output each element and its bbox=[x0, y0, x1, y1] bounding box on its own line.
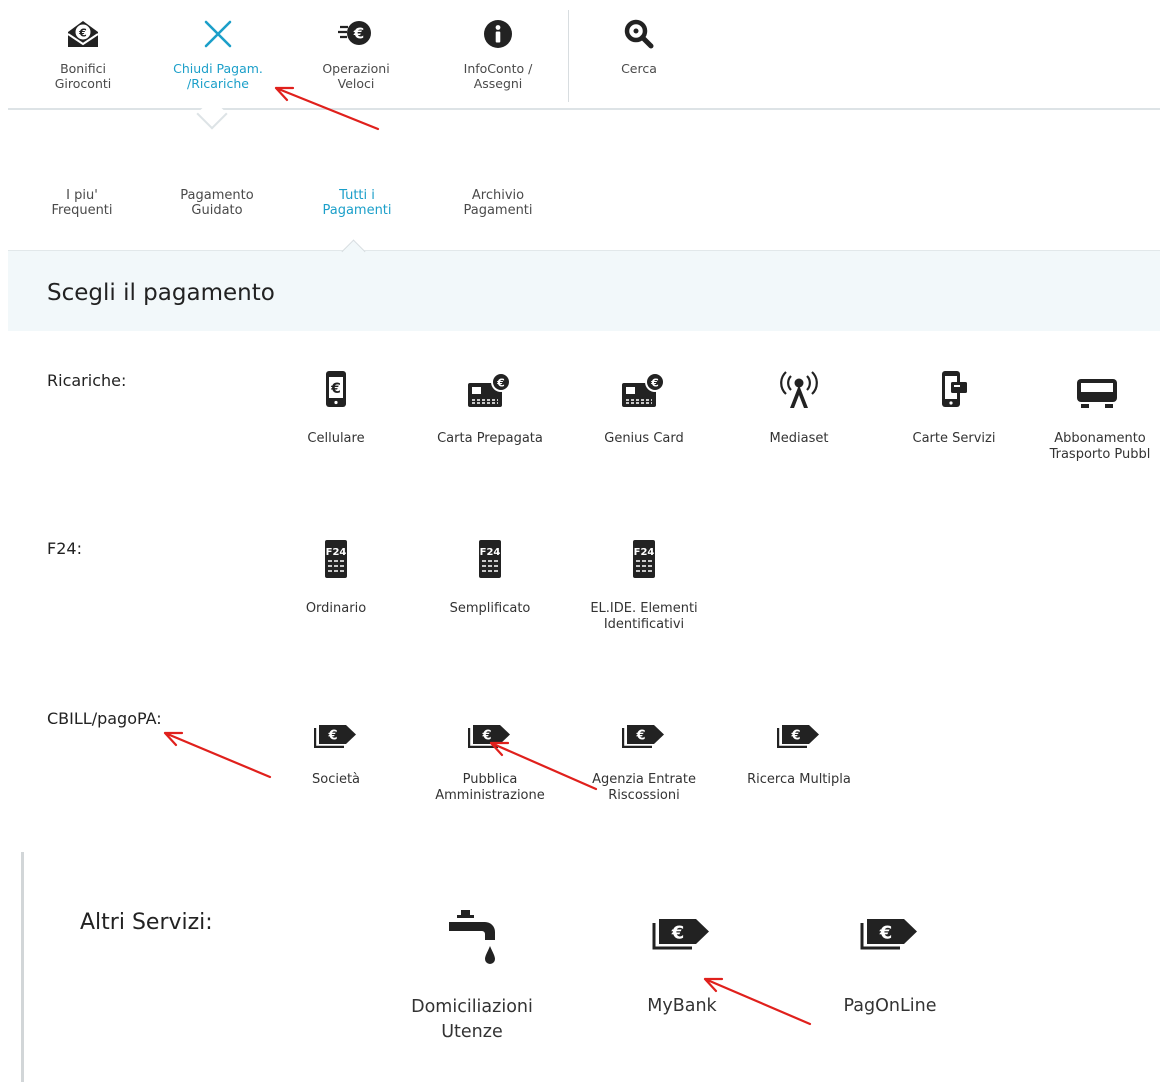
tile-abbonamento-trasporto[interactable]: Abbonamento Trasporto Pubbl bbox=[1033, 369, 1160, 463]
tile-cbill-societa[interactable]: € Società bbox=[261, 718, 411, 788]
nav-label: Operazioni Veloci bbox=[322, 61, 390, 91]
nav-separator bbox=[568, 10, 569, 102]
euro-tag-icon: € bbox=[569, 718, 719, 748]
tile-label: Carte Servizi bbox=[912, 431, 996, 446]
tile-label: Cellulare bbox=[307, 431, 365, 446]
tile-label: PagOnLine bbox=[843, 996, 937, 1016]
euro-tag-icon: € bbox=[800, 908, 980, 950]
f24-icon: F24 bbox=[415, 539, 565, 579]
faucet-icon bbox=[382, 908, 562, 968]
nav-operazioni-veloci[interactable]: € Operazioni Veloci bbox=[296, 16, 416, 91]
annotation-arrow bbox=[163, 731, 272, 779]
tile-f24-elide[interactable]: F24 EL.IDE. Elementi Identificativi bbox=[569, 539, 719, 633]
tile-mybank[interactable]: € MyBank bbox=[592, 908, 772, 1019]
svg-text:F24: F24 bbox=[480, 547, 501, 558]
category-label-ricariche: Ricariche: bbox=[47, 371, 127, 390]
tile-label: EL.IDE. Elementi Identificativi bbox=[590, 601, 698, 632]
svg-text:€: € bbox=[496, 377, 505, 390]
nav-label: InfoConto / Assegni bbox=[463, 61, 533, 91]
tile-genius-card[interactable]: € Genius Card bbox=[569, 369, 719, 447]
nav-infoconto-assegni[interactable]: InfoConto / Assegni bbox=[438, 16, 558, 91]
tab-piu-frequenti[interactable]: I piu' Frequenti bbox=[22, 188, 142, 218]
svg-text:€: € bbox=[327, 729, 337, 744]
tile-label: Semplificato bbox=[449, 601, 531, 616]
tile-label: Pubblica Amministrazione bbox=[435, 772, 545, 803]
category-label-f24: F24: bbox=[47, 539, 82, 558]
tile-domiciliazioni-utenze[interactable]: Domiciliazioni Utenze bbox=[382, 908, 562, 1045]
f24-icon: F24 bbox=[261, 539, 411, 579]
tile-carte-servizi[interactable]: Carte Servizi bbox=[879, 369, 1029, 447]
f24-icon: F24 bbox=[569, 539, 719, 579]
svg-text:€: € bbox=[671, 923, 685, 944]
svg-text:€: € bbox=[330, 381, 341, 397]
euro-tag-icon: € bbox=[415, 718, 565, 748]
svg-text:€: € bbox=[790, 729, 800, 744]
search-icon bbox=[579, 16, 699, 52]
svg-text:€: € bbox=[635, 729, 645, 744]
svg-text:€: € bbox=[353, 25, 364, 43]
page-title: Scegli il pagamento bbox=[47, 280, 275, 306]
category-label-altri-servizi: Altri Servizi: bbox=[80, 910, 213, 935]
tile-cbill-pubblica-amministrazione[interactable]: € Pubblica Amministrazione bbox=[415, 718, 565, 804]
tab-tutti-pagamenti[interactable]: Tutti i Pagamenti bbox=[297, 188, 417, 218]
svg-text:F24: F24 bbox=[634, 547, 655, 558]
top-navigation: € Bonifici Giroconti Chiudi Pagam. /Rica… bbox=[0, 0, 1160, 130]
tile-label: Ordinario bbox=[305, 601, 367, 616]
euro-tag-icon: € bbox=[592, 908, 772, 950]
nav-label: Bonifici Giroconti bbox=[54, 61, 112, 91]
tile-label: MyBank bbox=[647, 996, 717, 1016]
tab-archivio-pagamenti[interactable]: Archivio Pagamenti bbox=[438, 188, 558, 218]
tile-label: Domiciliazioni Utenze bbox=[411, 997, 533, 1042]
nav-label: Chiudi Pagam. /Ricariche bbox=[173, 61, 263, 91]
card-euro-icon: € bbox=[415, 369, 565, 409]
info-icon bbox=[438, 16, 558, 52]
tile-label: Ricerca Multipla bbox=[747, 772, 851, 787]
svg-text:€: € bbox=[481, 729, 491, 744]
phone-card-icon bbox=[879, 369, 1029, 409]
active-nav-indicator bbox=[196, 98, 228, 130]
bus-icon bbox=[1033, 369, 1160, 409]
nav-divider bbox=[8, 108, 1160, 110]
svg-text:F24: F24 bbox=[326, 547, 347, 558]
euro-tag-icon: € bbox=[724, 718, 874, 748]
fast-euro-icon: € bbox=[296, 16, 416, 52]
antenna-icon bbox=[724, 369, 874, 409]
tile-label: Società bbox=[311, 772, 361, 787]
tile-cbill-agenzia-entrate[interactable]: € Agenzia Entrate Riscossioni bbox=[569, 718, 719, 804]
tile-f24-semplificato[interactable]: F24 Semplificato bbox=[415, 539, 565, 617]
close-icon bbox=[158, 16, 278, 52]
tab-pagamento-guidato[interactable]: Pagamento Guidato bbox=[157, 188, 277, 218]
tile-label: Carta Prepagata bbox=[437, 431, 543, 446]
tile-f24-ordinario[interactable]: F24 Ordinario bbox=[261, 539, 411, 617]
tile-label: Agenzia Entrate Riscossioni bbox=[592, 772, 696, 803]
tile-label: Mediaset bbox=[769, 431, 829, 446]
tile-label: Abbonamento Trasporto Pubbl bbox=[1049, 431, 1151, 462]
tile-label: Genius Card bbox=[604, 431, 684, 446]
mobile-euro-icon: € bbox=[261, 369, 411, 409]
tile-cbill-ricerca-multipla[interactable]: € Ricerca Multipla bbox=[724, 718, 874, 788]
svg-text:€: € bbox=[650, 377, 659, 390]
svg-text:€: € bbox=[78, 27, 87, 40]
tile-mediaset[interactable]: Mediaset bbox=[724, 369, 874, 447]
section-side-bar bbox=[21, 852, 24, 1082]
tile-cellulare[interactable]: € Cellulare bbox=[261, 369, 411, 447]
nav-bonifici-giroconti[interactable]: € Bonifici Giroconti bbox=[23, 16, 143, 91]
tile-pagonline[interactable]: € PagOnLine bbox=[800, 908, 980, 1019]
svg-text:€: € bbox=[879, 923, 893, 944]
nav-chiudi-pagam-ricariche[interactable]: Chiudi Pagam. /Ricariche bbox=[158, 16, 278, 91]
card-euro-icon: € bbox=[569, 369, 719, 409]
category-label-cbill-pagopa: CBILL/pagoPA: bbox=[47, 709, 162, 728]
nav-label: Cerca bbox=[621, 61, 657, 76]
euro-tag-icon: € bbox=[261, 718, 411, 748]
tile-carta-prepagata[interactable]: € Carta Prepagata bbox=[415, 369, 565, 447]
nav-cerca[interactable]: Cerca bbox=[579, 16, 699, 76]
envelope-euro-icon: € bbox=[23, 16, 143, 52]
